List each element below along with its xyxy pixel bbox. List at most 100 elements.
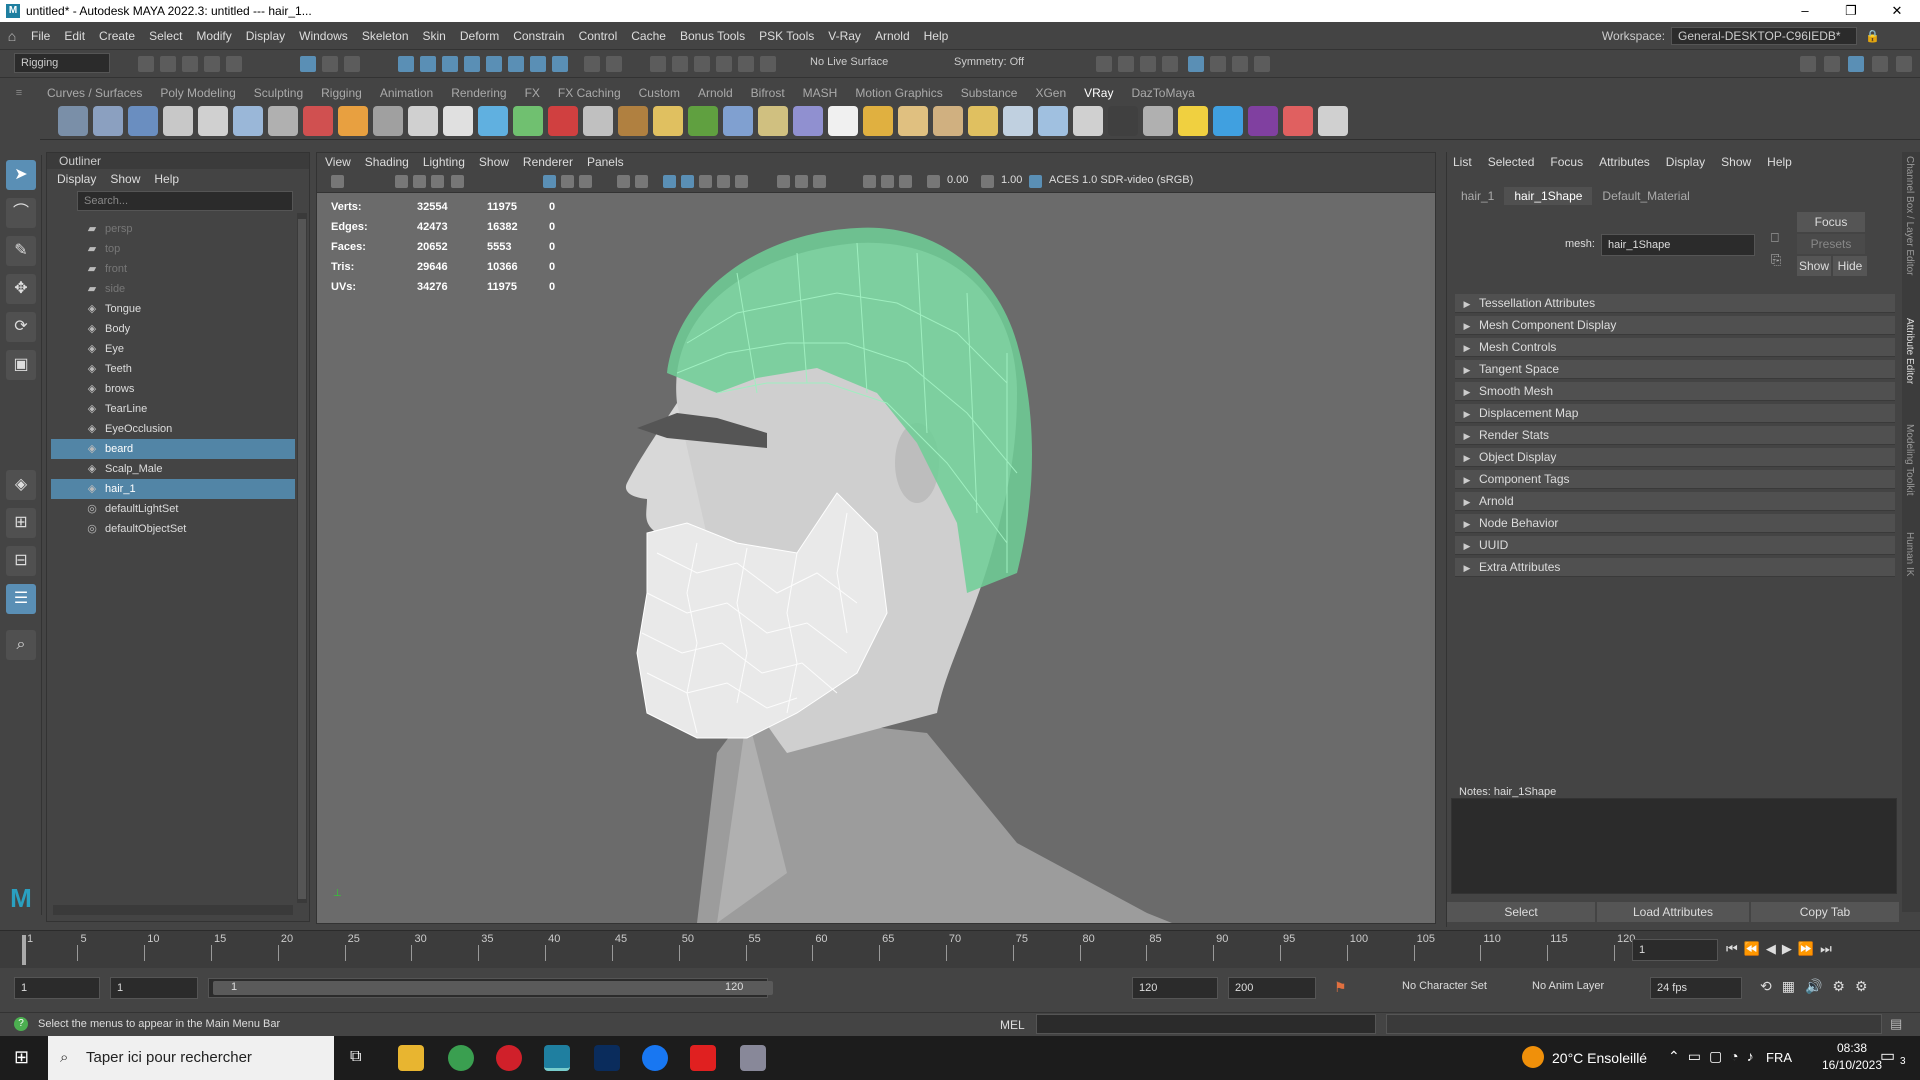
- xray-icon[interactable]: [881, 175, 894, 188]
- outliner-vertical-scrollbar[interactable]: [297, 213, 307, 903]
- output-ops-icon[interactable]: [694, 56, 710, 72]
- lock-icon[interactable]: 🔒: [1865, 29, 1880, 43]
- outliner-item[interactable]: ◈ Teeth: [51, 359, 295, 379]
- menu-modify[interactable]: Modify: [189, 29, 238, 43]
- shelf-tab-curves[interactable]: Curves / Surfaces: [38, 86, 151, 100]
- select-button[interactable]: Select: [1447, 902, 1595, 922]
- focus-output-icon[interactable]: ⎘: [1771, 252, 1781, 268]
- select-object-icon[interactable]: [322, 56, 338, 72]
- attr-menu-selected[interactable]: Selected: [1488, 152, 1535, 172]
- shelf-tab-poly-modeling[interactable]: Poly Modeling: [151, 86, 244, 100]
- attr-menu-focus[interactable]: Focus: [1550, 152, 1583, 172]
- attr-menu-attributes[interactable]: Attributes: [1599, 152, 1650, 172]
- mel-toggle[interactable]: MEL: [1000, 1018, 1025, 1032]
- outliner-search-input[interactable]: Search...: [77, 191, 293, 211]
- attr-section[interactable]: ▶ Tessellation Attributes: [1455, 294, 1895, 313]
- viewport-menu-lighting[interactable]: Lighting: [423, 155, 465, 169]
- hypershade-icon[interactable]: [1188, 56, 1204, 72]
- render-settings-icon[interactable]: [1162, 56, 1178, 72]
- wireframe-icon[interactable]: [663, 175, 676, 188]
- shelf-tool-35-icon[interactable]: [1248, 106, 1278, 136]
- image-plane-icon[interactable]: [413, 175, 426, 188]
- outliner-layout-icon[interactable]: ☰: [6, 584, 36, 614]
- shelf-tool-7-icon[interactable]: [268, 106, 298, 136]
- shelf-tool-25-icon[interactable]: [898, 106, 928, 136]
- attr-section[interactable]: ▶ Component Tags: [1455, 470, 1895, 489]
- snap-surface-icon[interactable]: [486, 56, 502, 72]
- lasso-tool-icon[interactable]: ⌒: [6, 198, 36, 228]
- show-button[interactable]: Show: [1797, 256, 1831, 276]
- notes-textarea[interactable]: [1451, 798, 1897, 894]
- shelf-tool-17-icon[interactable]: [618, 106, 648, 136]
- shelf-tool-13-icon[interactable]: [478, 106, 508, 136]
- weather-text[interactable]: 20°C Ensoleillé: [1552, 1050, 1647, 1066]
- shelf-tab-animation[interactable]: Animation: [371, 86, 442, 100]
- shelf-tool-20-icon[interactable]: [723, 106, 753, 136]
- shelf-tab-rendering[interactable]: Rendering: [442, 86, 515, 100]
- single-view-icon[interactable]: ◈: [6, 470, 36, 500]
- resolution-gate-icon[interactable]: [579, 175, 592, 188]
- shelf-tool-4-icon[interactable]: [163, 106, 193, 136]
- taskbar-search-input[interactable]: ⌕ Taper ici pour rechercher: [48, 1036, 334, 1080]
- attr-menu-display[interactable]: Display: [1666, 152, 1705, 172]
- shelf-tool-27-icon[interactable]: [968, 106, 998, 136]
- shelf-tab-vray[interactable]: VRay: [1075, 86, 1122, 100]
- outliner-item[interactable]: ◈ EyeOcclusion: [51, 419, 295, 439]
- film-gate-icon[interactable]: [561, 175, 574, 188]
- shelf-tab-rigging[interactable]: Rigging: [312, 86, 371, 100]
- attr-section[interactable]: ▶ Mesh Component Display: [1455, 316, 1895, 335]
- smooth-shade-icon[interactable]: [681, 175, 694, 188]
- attr-section[interactable]: ▶ Extra Attributes: [1455, 558, 1895, 577]
- auto-key-icon[interactable]: ⚑: [1334, 979, 1347, 996]
- menu-edit[interactable]: Edit: [57, 29, 92, 43]
- shelf-tab-mash[interactable]: MASH: [794, 86, 847, 100]
- shelf-tool-8-icon[interactable]: [303, 106, 333, 136]
- menu-skeleton[interactable]: Skeleton: [355, 29, 416, 43]
- outliner-horizontal-scrollbar[interactable]: [53, 905, 293, 915]
- isolate-select-icon[interactable]: [863, 175, 876, 188]
- motion-blur-icon[interactable]: [813, 175, 826, 188]
- attr-section[interactable]: ▶ Smooth Mesh: [1455, 382, 1895, 401]
- layout-icon-3[interactable]: [1848, 56, 1864, 72]
- attr-section[interactable]: ▶ Render Stats: [1455, 426, 1895, 445]
- menu-select[interactable]: Select: [142, 29, 189, 43]
- shelf-tool-31-icon[interactable]: [1108, 106, 1138, 136]
- task-view-icon[interactable]: ⧉: [350, 1048, 361, 1066]
- shelf-tool-5-icon[interactable]: [198, 106, 228, 136]
- lock-selection-icon[interactable]: [584, 56, 600, 72]
- shelf-menu-icon[interactable]: ≡: [0, 87, 38, 99]
- safe-title-icon[interactable]: [635, 175, 648, 188]
- playback-options-icons[interactable]: ⟲▦🔊⚙⚙: [1760, 978, 1878, 995]
- clock-date[interactable]: 16/10/2023: [1816, 1058, 1888, 1072]
- color-space-dropdown[interactable]: ACES 1.0 SDR-video (sRGB): [1049, 174, 1193, 186]
- outliner-item[interactable]: ▰ side: [51, 279, 295, 299]
- select-tool-icon[interactable]: ➤: [6, 160, 36, 190]
- notification-icon[interactable]: ▭: [1880, 1046, 1895, 1066]
- menu-control[interactable]: Control: [572, 29, 625, 43]
- pause-icon[interactable]: [1254, 56, 1270, 72]
- shelf-tool-24-icon[interactable]: [863, 106, 893, 136]
- shelf-tool-22-icon[interactable]: [793, 106, 823, 136]
- render-setup-icon[interactable]: [1210, 56, 1226, 72]
- load-attributes-button[interactable]: Load Attributes: [1597, 902, 1749, 922]
- shelf-tool-36-icon[interactable]: [1283, 106, 1313, 136]
- tab-hair-1-shape[interactable]: hair_1Shape: [1504, 187, 1593, 205]
- outliner-item[interactable]: ◈ Scalp_Male: [51, 459, 295, 479]
- focus-input-icon[interactable]: ⎕: [1771, 230, 1779, 246]
- close-button[interactable]: ✕: [1874, 0, 1920, 22]
- rotate-tool-icon[interactable]: ⟳: [6, 312, 36, 342]
- shelf-tool-11-icon[interactable]: [408, 106, 438, 136]
- shelf-tool-21-icon[interactable]: [758, 106, 788, 136]
- render-current-icon[interactable]: [1096, 56, 1112, 72]
- search-icon[interactable]: ⌕: [6, 630, 36, 660]
- history-icon[interactable]: [606, 56, 622, 72]
- clock-time[interactable]: 08:38: [1826, 1041, 1878, 1055]
- shelf-tab-substance[interactable]: Substance: [952, 86, 1027, 100]
- home-icon[interactable]: ⌂: [0, 28, 24, 44]
- camera-select-icon[interactable]: [331, 175, 344, 188]
- outliner-item[interactable]: ▰ top: [51, 239, 295, 259]
- shelf-tool-16-icon[interactable]: [583, 106, 613, 136]
- shelf-tool-37-icon[interactable]: [1318, 106, 1348, 136]
- outliner-item[interactable]: ◈ Body: [51, 319, 295, 339]
- layout-icon-5[interactable]: [1896, 56, 1912, 72]
